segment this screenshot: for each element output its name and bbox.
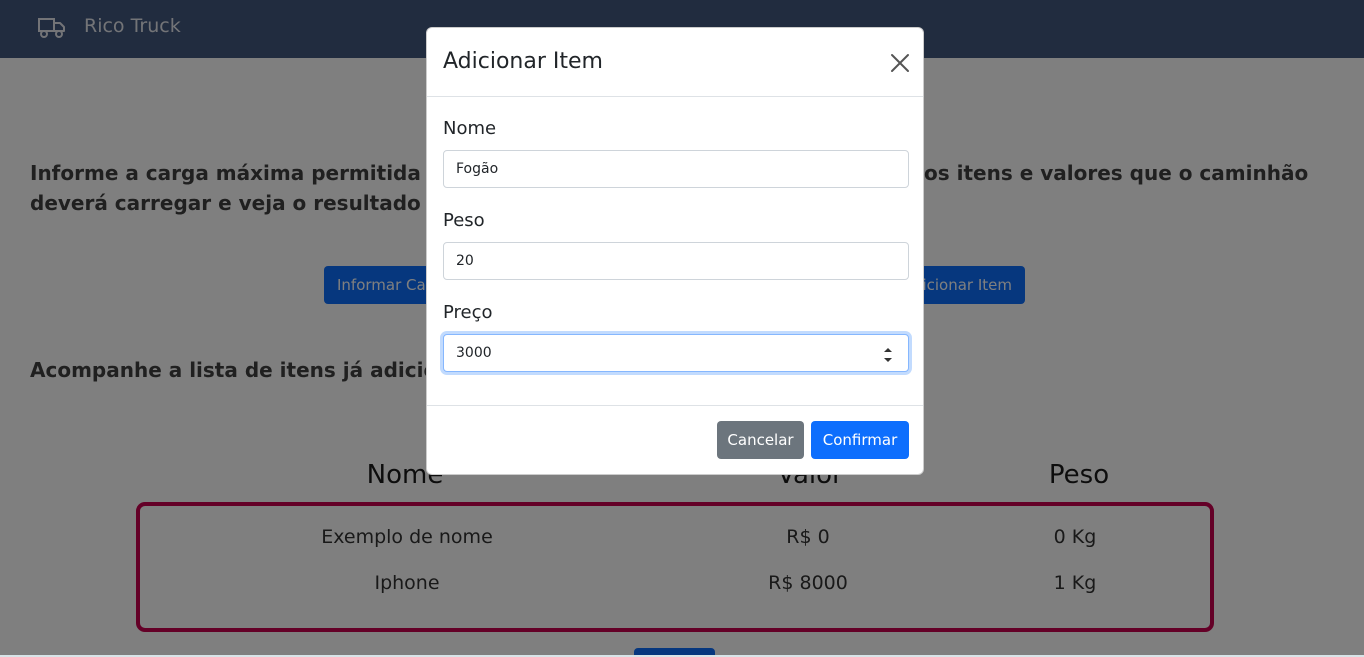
peso-label: Peso <box>443 210 485 231</box>
peso-input[interactable] <box>443 242 909 280</box>
close-icon[interactable] <box>887 50 913 76</box>
modal-header: Adicionar Item <box>427 28 923 97</box>
preco-input[interactable] <box>443 334 909 372</box>
cancel-button[interactable]: Cancelar <box>717 421 804 459</box>
number-spinner-icon[interactable] <box>881 344 895 366</box>
add-item-modal: Adicionar Item Nome Peso Preço Cancelar … <box>426 27 924 475</box>
preco-label: Preço <box>443 302 493 323</box>
confirm-button[interactable]: Confirmar <box>811 421 909 459</box>
nome-label: Nome <box>443 118 497 139</box>
modal-title: Adicionar Item <box>443 49 603 74</box>
nome-input[interactable] <box>443 150 909 188</box>
